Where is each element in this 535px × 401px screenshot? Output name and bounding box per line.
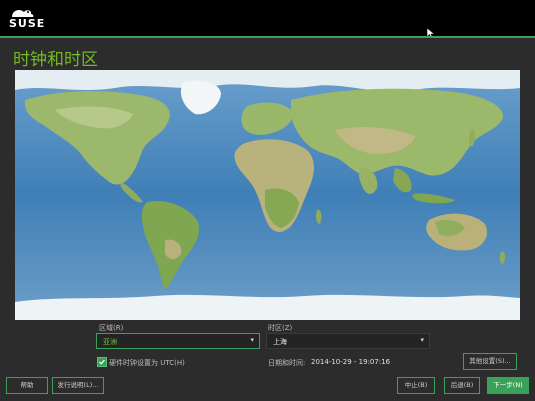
- other-settings-button[interactable]: 其他设置(S)...: [463, 353, 517, 370]
- hwclock-label[interactable]: 硬件时钟设置为 UTC(H): [109, 358, 185, 368]
- abort-button[interactable]: 中止(B): [397, 377, 435, 394]
- page-title: 时钟和时区: [13, 50, 98, 70]
- next-button[interactable]: 下一步(N): [487, 377, 529, 394]
- hwclock-checkbox[interactable]: [97, 357, 107, 367]
- datetime-label: 日期和时间:: [268, 359, 306, 367]
- back-button[interactable]: 后退(B): [444, 377, 480, 394]
- datetime-value: 2014-10-29 - 19:07:16: [311, 358, 391, 366]
- chevron-down-icon: ▾: [250, 336, 254, 344]
- timezone-value: 上海: [273, 338, 287, 346]
- brand-name: SUSE: [9, 17, 46, 30]
- suse-logo: SUSE: [6, 6, 46, 32]
- region-value: 亚洲: [103, 338, 117, 346]
- checkmark-icon: [99, 359, 105, 365]
- timezone-label: 时区(Z): [268, 324, 293, 332]
- header-divider: [0, 36, 535, 38]
- timezone-select[interactable]: 上海 ▾: [266, 333, 430, 349]
- world-map[interactable]: [15, 70, 520, 320]
- region-label: 区域(R): [99, 324, 124, 332]
- region-select[interactable]: 亚洲 ▾: [96, 333, 260, 349]
- help-button[interactable]: 帮助: [6, 377, 48, 394]
- top-bar: SUSE: [0, 0, 535, 38]
- release-notes-button[interactable]: 发行说明(L)...: [52, 377, 104, 394]
- chevron-down-icon: ▾: [420, 336, 424, 344]
